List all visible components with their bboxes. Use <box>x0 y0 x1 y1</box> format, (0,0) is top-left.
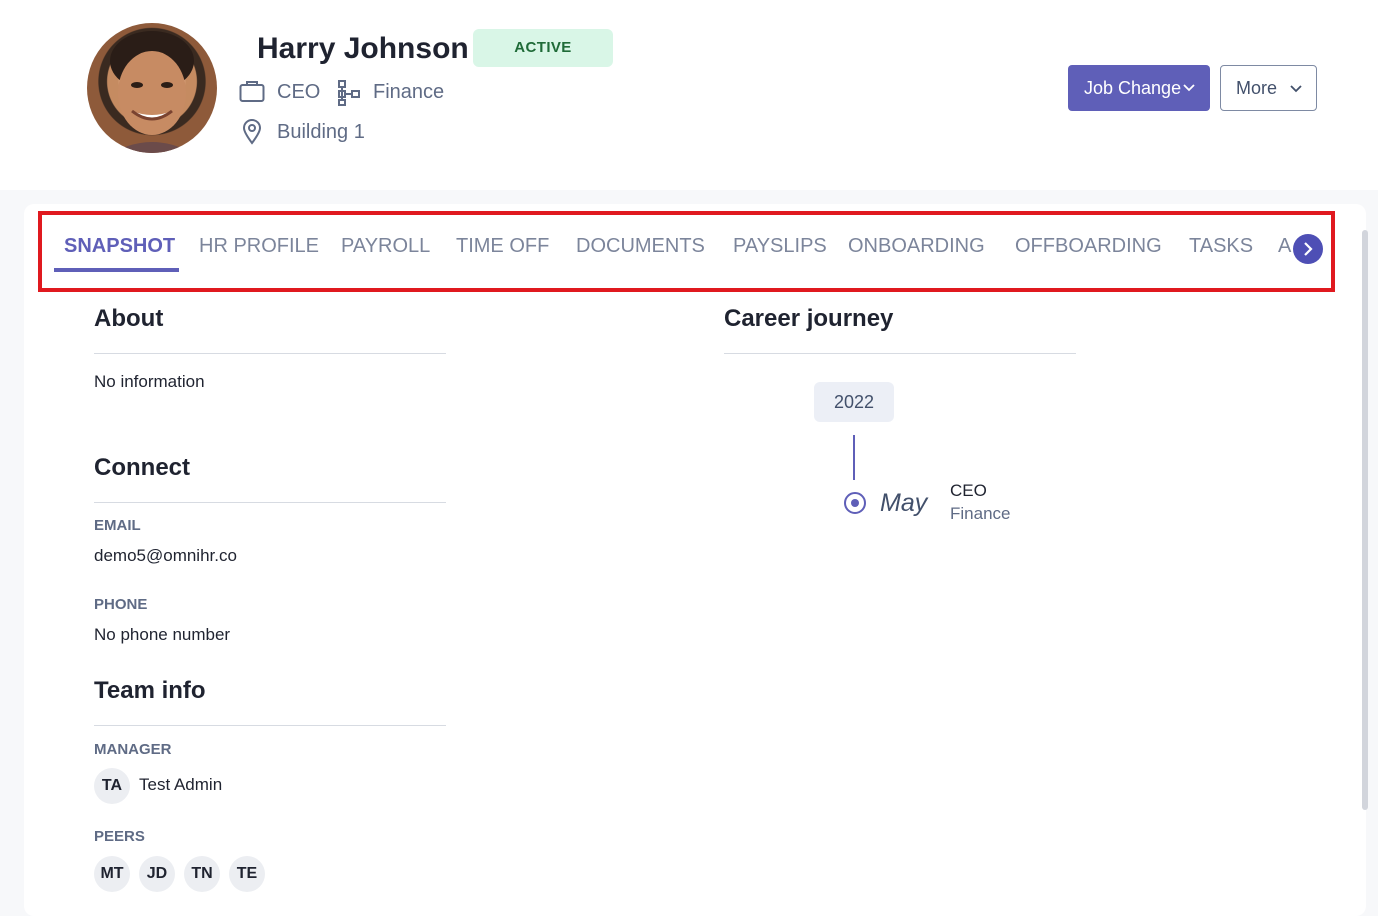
avatar <box>87 23 217 153</box>
about-title: About <box>94 305 164 332</box>
more-label: More <box>1236 78 1278 98</box>
employee-photo-icon <box>110 31 194 153</box>
briefcase-icon <box>239 81 265 102</box>
career-journey-divider <box>724 353 1076 354</box>
peer-avatar[interactable]: TN <box>184 856 220 892</box>
job-change-label: Job Change <box>1084 78 1182 98</box>
manager-label: MANAGER <box>94 741 172 758</box>
job-change-button[interactable]: Job Change <box>1068 65 1210 111</box>
timeline-marker-icon <box>844 492 866 514</box>
peer-avatar[interactable]: JD <box>139 856 175 892</box>
career-role: CEO <box>950 481 987 500</box>
connect-title: Connect <box>94 454 190 481</box>
peer-avatar[interactable]: MT <box>94 856 130 892</box>
location-pin-icon <box>242 119 262 145</box>
tabs-highlight-box <box>38 211 1335 292</box>
career-journey-title: Career journey <box>724 305 894 332</box>
phone-label: PHONE <box>94 596 148 613</box>
employee-department: Finance <box>373 81 445 103</box>
org-chart-icon <box>338 80 360 106</box>
content-scrollbar[interactable] <box>1362 230 1368 810</box>
career-month: May <box>880 489 928 517</box>
chevron-down-icon <box>1183 84 1195 92</box>
team-info-title: Team info <box>94 677 206 704</box>
team-info-divider <box>94 725 446 726</box>
career-department: Finance <box>950 504 1011 523</box>
about-text: No information <box>94 372 205 391</box>
manager-avatar[interactable]: TA <box>94 768 130 804</box>
phone-value: No phone number <box>94 625 231 644</box>
more-button[interactable]: More <box>1220 65 1317 111</box>
peer-avatar[interactable]: TE <box>229 856 265 892</box>
employee-name: Harry Johnson <box>257 32 469 65</box>
status-badge: ACTIVE <box>473 29 613 67</box>
chevron-down-icon <box>1290 85 1302 93</box>
connect-divider <box>94 502 446 503</box>
timeline-connector <box>853 435 855 480</box>
email-value[interactable]: demo5@omnihr.co <box>94 545 237 567</box>
employee-role: CEO <box>277 81 321 103</box>
manager-name[interactable]: Test Admin <box>139 774 222 796</box>
career-year-chip: 2022 <box>814 382 894 422</box>
about-divider <box>94 353 446 354</box>
peers-label: PEERS <box>94 828 145 845</box>
email-label: EMAIL <box>94 517 141 534</box>
employee-location: Building 1 <box>277 121 365 143</box>
